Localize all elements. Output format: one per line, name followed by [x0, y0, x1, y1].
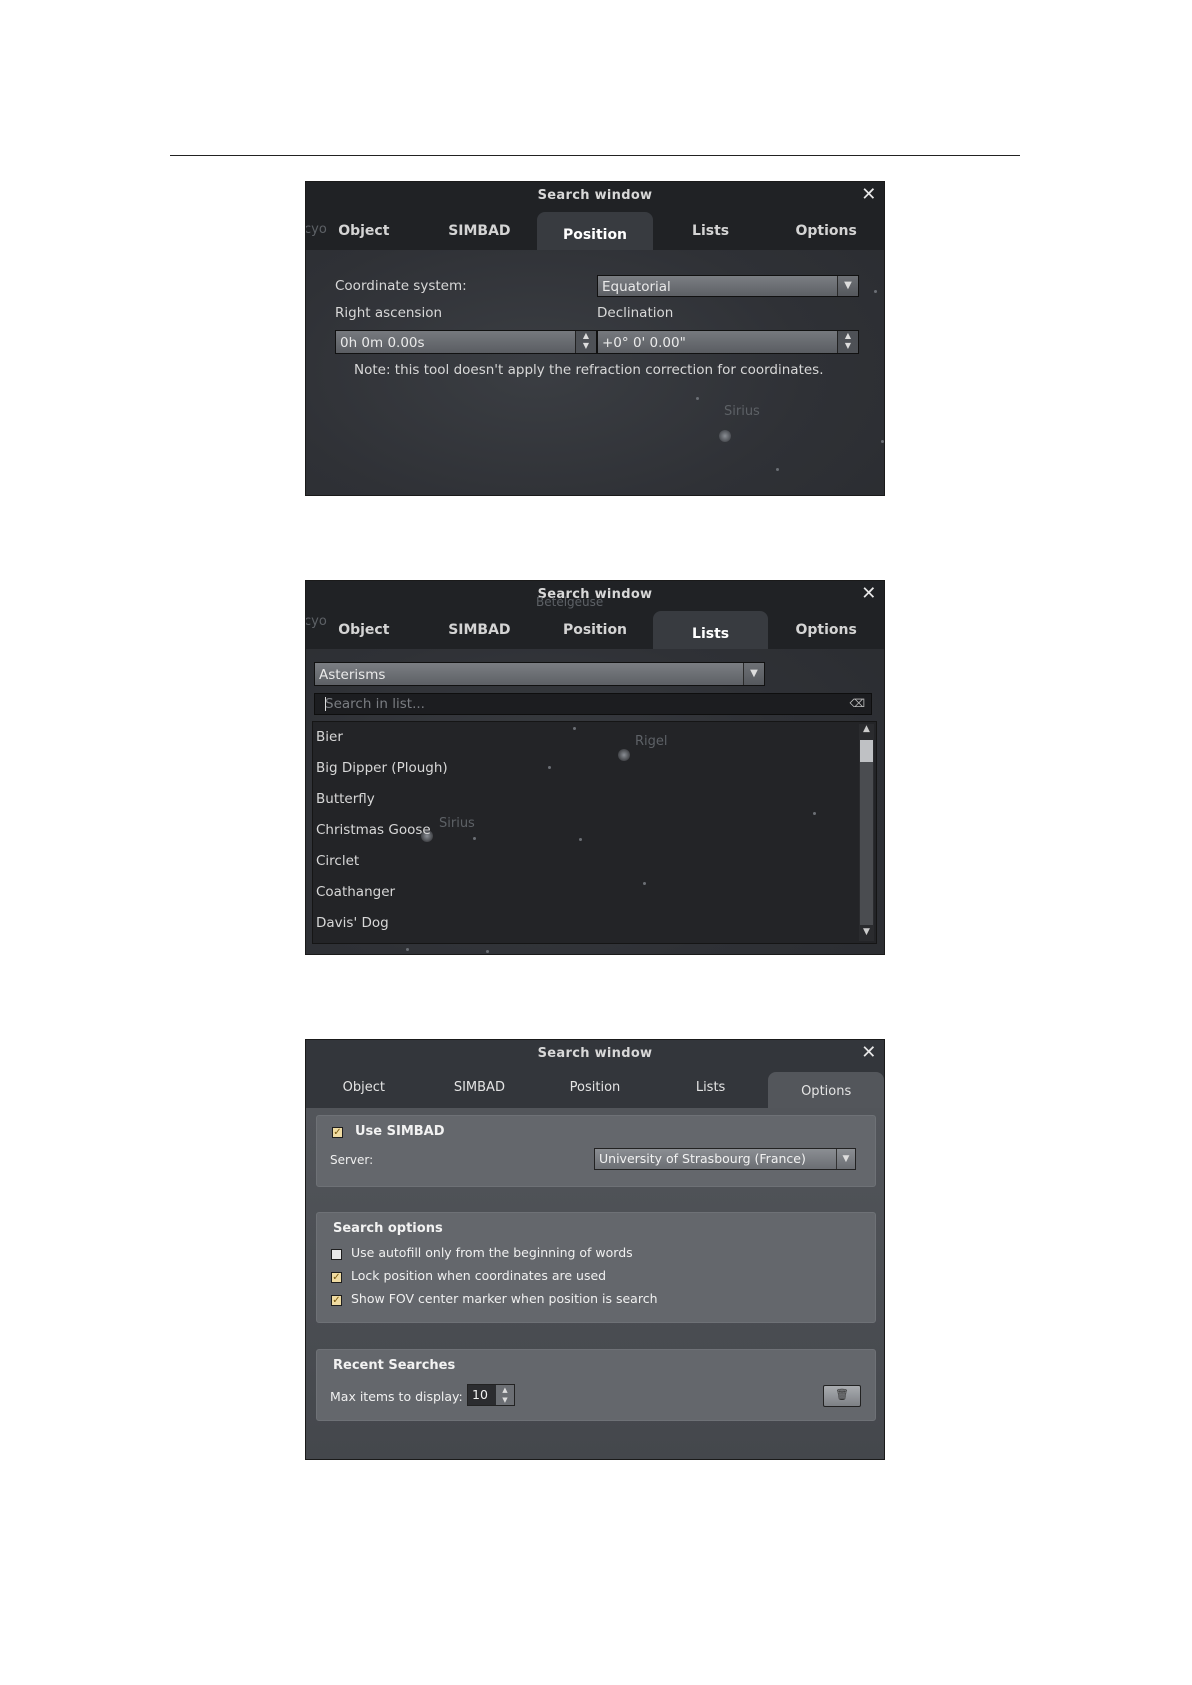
- text-caret: [325, 697, 326, 711]
- window-title: Search window: [537, 188, 653, 203]
- tab-simbad[interactable]: SIMBAD: [422, 603, 538, 649]
- scroll-thumb[interactable]: [860, 740, 873, 762]
- use-simbad-label: Use SIMBAD: [355, 1124, 445, 1139]
- scroll-down-icon[interactable]: ▼: [859, 927, 874, 941]
- max-items-value: 10: [472, 1387, 488, 1402]
- tab-options[interactable]: Options: [768, 204, 884, 250]
- list-search-input[interactable]: Search in list... ⌫: [314, 693, 872, 715]
- fov-marker-checkbox[interactable]: ✓: [331, 1295, 342, 1306]
- scroll-up-icon[interactable]: ▲: [859, 724, 874, 738]
- list-item[interactable]: Coathanger: [313, 877, 858, 908]
- star-dot: [696, 397, 699, 400]
- search-window-position: Search window ✕ Object SIMBAD Position L…: [306, 182, 884, 495]
- ra-spinner[interactable]: ▲ ▼: [575, 331, 596, 353]
- list-type-select[interactable]: Asterisms ▼: [314, 662, 765, 686]
- autofill-checkbox[interactable]: [331, 1249, 342, 1260]
- search-window-options: Search window ✕ Object SIMBAD Position L…: [306, 1040, 884, 1459]
- ra-input[interactable]: 0h 0m 0.00s ▲ ▼: [335, 330, 597, 354]
- tab-bar: Object SIMBAD Position Lists Options: [306, 204, 884, 250]
- trash-icon: 🗑: [835, 1388, 849, 1401]
- coord-system-select[interactable]: Equatorial ▼: [597, 275, 859, 297]
- list-search-placeholder: Search in list...: [325, 696, 425, 712]
- chevron-down-icon: ▼: [836, 1149, 855, 1169]
- use-simbad-checkbox[interactable]: ✓: [332, 1127, 343, 1138]
- simbad-group: ✓ Use SIMBAD Server: University of Stras…: [316, 1115, 876, 1187]
- page-rule: [170, 155, 1020, 156]
- list-item[interactable]: Christmas Goose: [313, 815, 858, 846]
- tab-lists[interactable]: Lists: [652, 611, 769, 649]
- max-items-spin-buttons[interactable]: ▲ ▼: [496, 1385, 514, 1405]
- fov-marker-label: Show FOV center marker when position is …: [351, 1291, 658, 1306]
- list-item[interactable]: Circlet: [313, 846, 858, 877]
- list-items: Bier Big Dipper (Plough) Butterfly Chris…: [313, 722, 858, 939]
- spin-down-icon[interactable]: ▼: [845, 341, 851, 350]
- lock-position-checkbox[interactable]: ✓: [331, 1272, 342, 1283]
- star-dot: [776, 468, 779, 471]
- chevron-down-icon: ▼: [837, 276, 858, 296]
- tab-position[interactable]: Position: [537, 603, 653, 649]
- clear-icon[interactable]: ⌫: [849, 694, 865, 714]
- ra-label: Right ascension: [335, 305, 443, 321]
- spin-down-icon[interactable]: ▼: [502, 1396, 507, 1404]
- list-item[interactable]: Davis' Dog: [313, 908, 858, 939]
- tab-position[interactable]: Position: [537, 212, 653, 250]
- refraction-note: Note: this tool doesn't apply the refrac…: [354, 362, 824, 378]
- star-dot: [874, 290, 877, 293]
- coord-system-value: Equatorial: [602, 279, 671, 295]
- tab-lists[interactable]: Lists: [653, 1064, 769, 1108]
- list-item[interactable]: Bier: [313, 722, 858, 753]
- star-dot: [486, 950, 489, 953]
- star-dot: [406, 948, 409, 951]
- spin-down-icon[interactable]: ▼: [583, 341, 589, 350]
- tab-object[interactable]: Object: [306, 1064, 422, 1108]
- sky-label-sirius: Sirius: [724, 404, 760, 419]
- search-options-title: Search options: [333, 1221, 443, 1236]
- tab-simbad[interactable]: SIMBAD: [422, 204, 538, 250]
- tab-bar: Object SIMBAD Position Lists Options: [306, 1064, 884, 1108]
- scroll-track[interactable]: [860, 740, 873, 925]
- recent-searches-title: Recent Searches: [333, 1358, 456, 1373]
- list-item[interactable]: Big Dipper (Plough): [313, 753, 858, 784]
- object-list[interactable]: Rigel Sirius Bier Big Dipper (Plough) Bu…: [312, 721, 877, 944]
- tab-position[interactable]: Position: [537, 1064, 653, 1108]
- spin-up-icon[interactable]: ▲: [583, 331, 589, 340]
- list-type-value: Asterisms: [319, 667, 386, 683]
- chevron-down-icon: ▼: [743, 663, 764, 685]
- dec-spinner[interactable]: ▲ ▼: [837, 331, 858, 353]
- tab-options[interactable]: Options: [768, 603, 884, 649]
- star-glow: [719, 430, 731, 442]
- max-items-spinner[interactable]: 10 ▲ ▼: [467, 1384, 515, 1406]
- search-window-lists: Search window ✕ Object SIMBAD Position L…: [306, 581, 884, 954]
- tab-options[interactable]: Options: [768, 1072, 884, 1108]
- server-select[interactable]: University of Strasbourg (France) ▼: [594, 1148, 856, 1170]
- dec-value: +0° 0' 0.00": [602, 335, 686, 351]
- sky-label-betelgeuse: Betelgeuse: [536, 595, 604, 609]
- window-title: Search window: [537, 1046, 653, 1061]
- spin-up-icon[interactable]: ▲: [845, 331, 851, 340]
- dec-input[interactable]: +0° 0' 0.00" ▲ ▼: [597, 330, 859, 354]
- recent-searches-group: Recent Searches Max items to display: 10…: [316, 1349, 876, 1421]
- list-item[interactable]: Butterfly: [313, 784, 858, 815]
- lock-position-label: Lock position when coordinates are used: [351, 1268, 607, 1283]
- spin-up-icon[interactable]: ▲: [502, 1386, 507, 1394]
- sky-label-fragment: cyo: [306, 222, 327, 237]
- tab-simbad[interactable]: SIMBAD: [422, 1064, 538, 1108]
- ra-value: 0h 0m 0.00s: [340, 335, 425, 351]
- tab-lists[interactable]: Lists: [653, 204, 769, 250]
- search-options-group: Search options Use autofill only from th…: [316, 1212, 876, 1323]
- max-items-label: Max items to display:: [330, 1389, 463, 1404]
- server-value: University of Strasbourg (France): [599, 1151, 806, 1166]
- clear-history-button[interactable]: 🗑: [823, 1385, 861, 1407]
- coord-system-label: Coordinate system:: [335, 278, 467, 294]
- dec-label: Declination: [597, 305, 674, 321]
- server-label: Server:: [330, 1153, 374, 1167]
- tab-bar: Object SIMBAD Position Lists Options: [306, 603, 884, 649]
- star-dot: [881, 440, 884, 443]
- list-scrollbar[interactable]: ▲ ▼: [859, 724, 874, 941]
- autofill-label: Use autofill only from the beginning of …: [351, 1245, 633, 1260]
- sky-label-fragment: cyo: [306, 614, 327, 629]
